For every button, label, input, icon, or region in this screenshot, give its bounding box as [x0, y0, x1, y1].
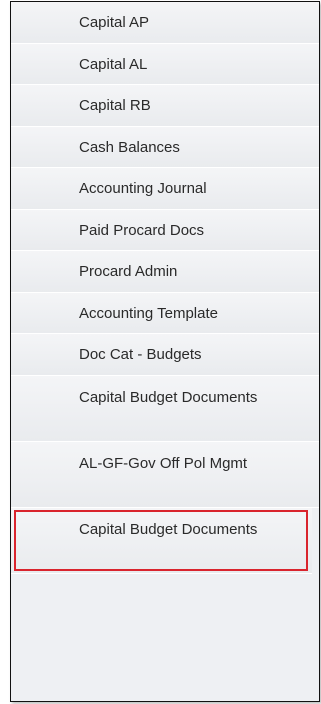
nav-item-capital-al[interactable]: Capital AL	[11, 43, 319, 85]
nav-list: Capital AP Capital AL Capital RB Cash Ba…	[11, 2, 319, 574]
nav-item-doc-cat-budgets[interactable]: Doc Cat - Budgets	[11, 334, 319, 376]
nav-item-accounting-journal[interactable]: Accounting Journal	[11, 168, 319, 210]
nav-item-capital-ap[interactable]: Capital AP	[11, 2, 319, 44]
nav-item-accounting-template[interactable]: Accounting Template	[11, 292, 319, 334]
navigation-panel: Capital AP Capital AL Capital RB Cash Ba…	[10, 1, 320, 702]
nav-item-cash-balances[interactable]: Cash Balances	[11, 126, 319, 168]
nav-item-label: Capital Budget Documents	[79, 388, 258, 406]
nav-item-label: Paid Procard Docs	[79, 221, 205, 239]
nav-item-label: Capital AL	[79, 55, 148, 73]
nav-item-paid-procard-docs[interactable]: Paid Procard Docs	[11, 209, 319, 251]
nav-item-al-gf-gov-off-pol-mgmt[interactable]: AL-GF-Gov Off Pol Mgmt	[11, 441, 319, 508]
nav-item-label: Doc Cat - Budgets	[79, 346, 202, 363]
nav-item-capital-rb[interactable]: Capital RB	[11, 85, 319, 127]
nav-item-label: Capital AP	[79, 14, 150, 31]
nav-item-label: Capital RB	[79, 97, 151, 114]
nav-item-label: Procard Admin	[79, 263, 178, 280]
nav-item-procard-admin[interactable]: Procard Admin	[11, 251, 319, 293]
nav-item-label: AL-GF-Gov Off Pol Mgmt	[79, 454, 248, 472]
nav-item-label: Accounting Template	[79, 304, 218, 322]
nav-item-label: Capital Budget Documents	[79, 520, 258, 538]
nav-item-label: Accounting Journal	[79, 180, 207, 197]
nav-item-capital-budget-documents[interactable]: Capital Budget Documents	[11, 375, 319, 442]
nav-item-capital-budget-documents-highlighted[interactable]: Capital Budget Documents	[11, 507, 312, 574]
nav-item-label: Cash Balances	[79, 138, 180, 156]
